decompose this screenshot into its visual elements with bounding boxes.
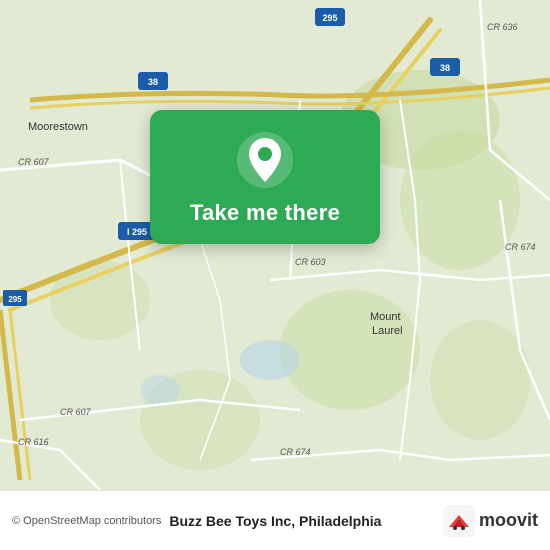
- svg-text:CR 674: CR 674: [505, 242, 536, 252]
- svg-text:CR 607: CR 607: [18, 157, 50, 167]
- location-text: Buzz Bee Toys Inc, Philadelphia: [169, 513, 443, 529]
- location-pin-icon: [235, 130, 295, 190]
- map-roads: 295 38 38 I 295 38 CR 607 CR 636 CR 674 …: [0, 0, 550, 490]
- moovit-icon: [443, 505, 475, 537]
- svg-text:295: 295: [322, 13, 337, 23]
- svg-text:CR 607: CR 607: [60, 407, 92, 417]
- svg-text:I 295: I 295: [127, 227, 147, 237]
- svg-text:38: 38: [148, 77, 158, 87]
- svg-text:Moorestown: Moorestown: [28, 121, 88, 133]
- svg-text:38: 38: [440, 63, 450, 73]
- copyright-text: © OpenStreetMap contributors: [12, 515, 161, 527]
- location-card[interactable]: Take me there: [150, 110, 380, 244]
- moovit-logo: moovit: [443, 505, 538, 537]
- svg-text:CR 616: CR 616: [18, 437, 49, 447]
- map-container[interactable]: 295 38 38 I 295 38 CR 607 CR 636 CR 674 …: [0, 0, 550, 490]
- moovit-text: moovit: [479, 510, 538, 531]
- bottom-bar: © OpenStreetMap contributors Buzz Bee To…: [0, 490, 550, 550]
- take-me-there-button[interactable]: Take me there: [190, 200, 340, 226]
- svg-text:Mount: Mount: [370, 311, 401, 323]
- svg-text:295: 295: [8, 295, 22, 304]
- svg-text:CR 674: CR 674: [280, 447, 311, 457]
- svg-text:CR 636: CR 636: [487, 22, 518, 32]
- svg-text:Laurel: Laurel: [372, 325, 403, 337]
- svg-text:CR 603: CR 603: [295, 257, 326, 267]
